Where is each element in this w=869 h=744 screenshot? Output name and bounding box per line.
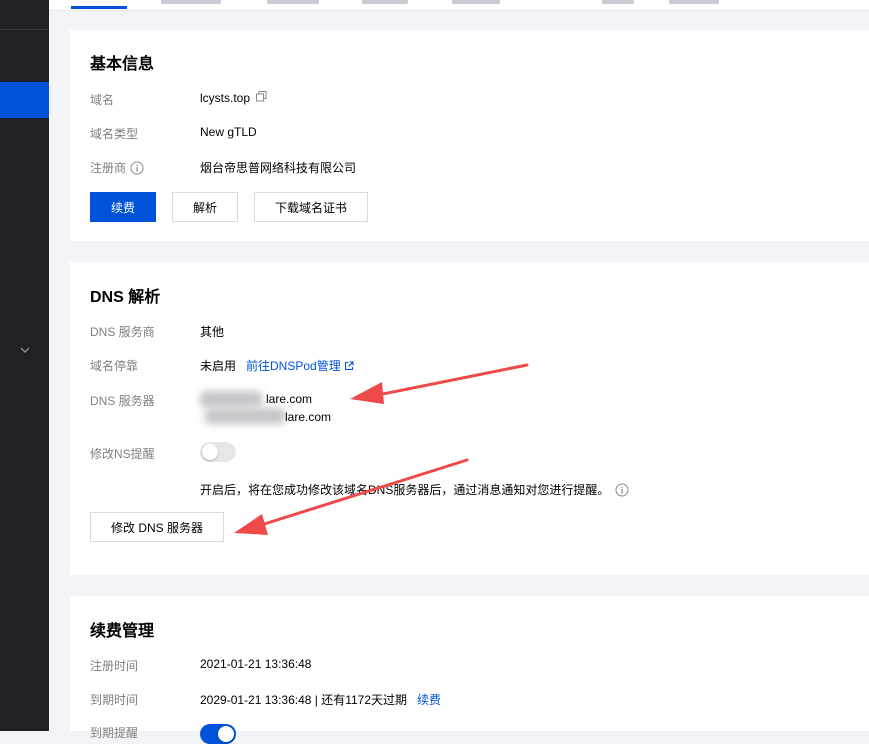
- basic-info-card: 基本信息 域名 lcysts.top 域名类型 New gTLD 注册商 烟台帝…: [70, 30, 869, 241]
- parking-label: 域名停靠: [90, 359, 139, 373]
- renew-button[interactable]: 续费: [90, 192, 156, 222]
- registrar-label-text: 注册商: [90, 161, 127, 175]
- redacted-blur: [200, 391, 262, 407]
- ns-remind-hint-text: 开启后，将在您成功修改该域名DNS服务器后，通过消息通知对您进行提醒。: [200, 483, 610, 497]
- basic-info-title: 基本信息: [90, 56, 155, 73]
- parking-value: 未启用 前往DNSPod管理: [200, 357, 354, 374]
- registrar-value: 烟台帝思普网络科技有限公司: [200, 161, 357, 175]
- top-tab-bar: [49, 0, 869, 11]
- tab[interactable]: [669, 0, 719, 4]
- domain-label: 域名: [90, 93, 115, 107]
- expire-value: 2029-01-21 13:36:48 | 还有1172天过期 续费: [200, 691, 441, 708]
- tab[interactable]: [602, 0, 634, 4]
- ns-remind-hint: 开启后，将在您成功修改该域名DNS服务器后，通过消息通知对您进行提醒。: [200, 481, 629, 498]
- dns-card: DNS 解析 DNS 服务商 其他 域名停靠 未启用 前往DNSPod管理 DN…: [70, 262, 869, 575]
- download-cert-button[interactable]: 下载域名证书: [254, 192, 368, 222]
- tab[interactable]: [362, 0, 408, 4]
- dns-provider-label: DNS 服务商: [90, 325, 155, 339]
- domain-type-value: New gTLD: [200, 125, 257, 139]
- domain-value: lcysts.top: [200, 91, 267, 105]
- tab[interactable]: [267, 0, 319, 4]
- sidebar: [0, 0, 49, 731]
- dnspod-link[interactable]: 前往DNSPod管理: [246, 357, 354, 374]
- toggle-knob: [202, 444, 218, 460]
- dnspod-link-text[interactable]: 前往DNSPod管理: [246, 357, 341, 374]
- dns-provider-value: 其他: [200, 325, 225, 339]
- dns-server-label: DNS 服务器: [90, 394, 155, 408]
- expire-label: 到期时间: [90, 693, 139, 707]
- info-icon[interactable]: [130, 161, 144, 175]
- tab[interactable]: [452, 0, 500, 4]
- tab[interactable]: [161, 0, 221, 4]
- parking-status: 未启用: [200, 359, 237, 373]
- ns-remind-toggle[interactable]: [200, 442, 236, 462]
- domain-value-text: lcysts.top: [200, 91, 251, 105]
- dns-title: DNS 解析: [90, 289, 161, 306]
- sidebar-item-active[interactable]: [0, 82, 49, 118]
- tab-active-indicator[interactable]: [71, 6, 127, 9]
- dns-server-1: lare.com: [266, 392, 313, 406]
- renew-link[interactable]: 续费: [417, 691, 441, 708]
- expire-value-text: 2029-01-21 13:36:48 | 还有1172天过期: [200, 693, 408, 707]
- reg-time-value: 2021-01-21 13:36:48: [200, 657, 312, 671]
- copy-icon[interactable]: [256, 91, 267, 105]
- reg-time-label: 注册时间: [90, 659, 139, 673]
- sidebar-divider: [0, 29, 49, 30]
- resolve-button[interactable]: 解析: [172, 192, 238, 222]
- toggle-knob: [218, 726, 234, 742]
- ns-remind-label: 修改NS提醒: [90, 447, 155, 461]
- modify-dns-button[interactable]: 修改 DNS 服务器: [90, 512, 224, 542]
- registrar-label: 注册商: [90, 159, 144, 176]
- renewal-card: 续费管理 注册时间 2021-01-21 13:36:48 到期时间 2029-…: [70, 596, 869, 744]
- renewal-title: 续费管理: [90, 623, 155, 640]
- redacted-blur: [205, 408, 285, 424]
- expire-remind-toggle[interactable]: [200, 724, 236, 744]
- domain-type-label: 域名类型: [90, 127, 139, 141]
- external-link-icon: [344, 360, 354, 370]
- info-icon[interactable]: [615, 483, 629, 497]
- expire-remind-label: 到期提醒: [90, 726, 139, 740]
- chevron-down-icon[interactable]: [18, 343, 32, 357]
- dns-server-2: lare.com: [285, 410, 332, 424]
